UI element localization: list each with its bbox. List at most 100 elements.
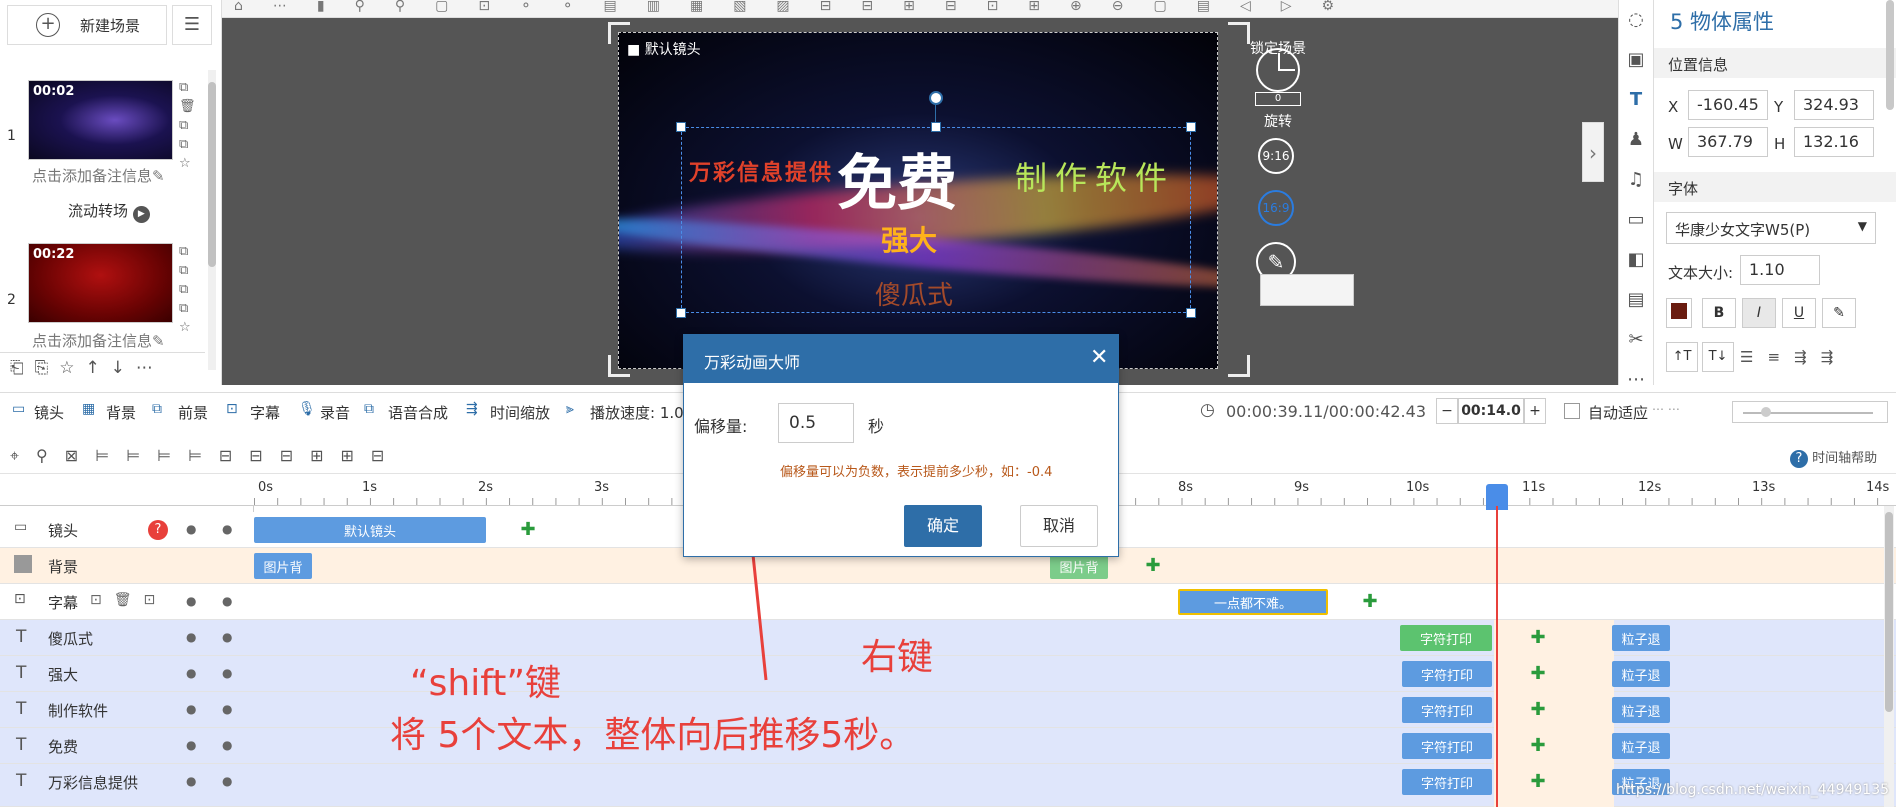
typewriter-block[interactable]: 字符打印 [1400, 625, 1492, 651]
bg-image-block[interactable]: 图片背 [254, 553, 312, 579]
track-text-software[interactable]: T 制作软件 ● ● 字符打印 ✚ 粒子退 [0, 692, 1896, 728]
scene-transition[interactable]: 流动转场 ▶ [68, 200, 150, 223]
add-keyframe-icon[interactable]: ✚ [1530, 629, 1546, 647]
auto-fit-label[interactable]: 自动适应 [1588, 402, 1648, 423]
ok-button[interactable]: 确定 [904, 505, 982, 547]
list-icons[interactable]: ☰≡⇶⇶ [1740, 342, 1890, 372]
resize-handle[interactable] [931, 122, 941, 132]
add-keyframe-icon[interactable]: ✚ [520, 521, 536, 539]
scene-note-2[interactable]: 点击添加备注信息✎ [32, 330, 172, 348]
collapse-right-button[interactable]: › [1582, 122, 1604, 182]
foreground-icon: ⧉ [152, 401, 162, 417]
typewriter-block[interactable]: 字符打印 [1402, 769, 1492, 795]
scene-thumbnail-2[interactable]: 00:22 [28, 243, 173, 323]
rotation-dial[interactable] [1256, 48, 1300, 92]
x-input[interactable]: -160.45 [1688, 90, 1768, 120]
edit-icon: ✎ [152, 332, 165, 348]
zoom-in-button[interactable]: + [1524, 398, 1546, 424]
resize-handle[interactable] [676, 308, 686, 318]
chart-icon[interactable]: ◧ [1619, 240, 1653, 280]
resize-handle[interactable] [676, 122, 686, 132]
watermark: https://blog.csdn.net/weixin_44949135 [1616, 782, 1890, 798]
rotate-handle[interactable] [929, 91, 943, 105]
font-color-button[interactable] [1666, 298, 1692, 328]
particle-block[interactable]: 粒子退 [1612, 625, 1670, 651]
stage[interactable]: ■ 默认镜头 万彩信息提供 免费 制作软件 强大 傻瓜式 [618, 32, 1218, 369]
picture-icon[interactable]: ▤ [1619, 280, 1653, 320]
circle-icon[interactable]: ◌ [1619, 0, 1653, 40]
typewriter-block[interactable]: 字符打印 [1402, 661, 1492, 687]
toolbar-speed[interactable]: 播放速度: 1.00 [590, 402, 684, 423]
duration-input[interactable]: 00:14.0 [1458, 398, 1524, 424]
brush-icon: ✎ [1833, 305, 1845, 321]
subtitle-block[interactable]: 一点都不难。 [1178, 589, 1328, 615]
brush-button[interactable]: ✎ [1822, 298, 1856, 328]
tools-icon[interactable]: ✂ [1619, 320, 1653, 360]
scene-note-1[interactable]: 点击添加备注信息✎ [32, 165, 172, 186]
text-shrink-button[interactable]: T↓ [1702, 342, 1734, 372]
zoom-slider[interactable] [1732, 401, 1888, 423]
h-input[interactable]: 132.16 [1794, 127, 1874, 157]
toolbar-subtitle[interactable]: 字幕 [250, 402, 280, 423]
toolbar-tts[interactable]: 语音合成 [388, 402, 448, 423]
toolbar-background[interactable]: 背景 [106, 402, 136, 423]
scene-thumbnail-1[interactable]: 00:02 [28, 80, 173, 160]
offset-input[interactable]: 0.5 [778, 403, 854, 443]
typewriter-block[interactable]: 字符打印 [1402, 697, 1492, 723]
camera-block[interactable]: 默认镜头 [254, 517, 486, 543]
ratio-916-button[interactable]: 9:16 [1258, 138, 1294, 174]
timeline-help-link[interactable]: ? 时间轴帮助 [1790, 447, 1877, 468]
track-text-strong[interactable]: T 强大 ● ● 字符打印 ✚ 粒子退 [0, 656, 1896, 692]
zoom-out-button[interactable]: − [1436, 398, 1458, 424]
track-subtitle[interactable]: ⊡ 字幕 ⊡🗑⊡ ● ● 一点都不难。 ✚ [0, 584, 1896, 620]
add-keyframe-icon[interactable]: ✚ [1530, 701, 1546, 719]
selection-box[interactable] [681, 127, 1191, 313]
new-scene-button[interactable]: + 新建场景 [7, 5, 167, 45]
resize-handle[interactable] [1186, 122, 1196, 132]
bold-button[interactable]: B [1702, 298, 1736, 328]
toolbar-camera[interactable]: 镜头 [34, 402, 64, 423]
ratio-169-button[interactable]: 16:9 [1258, 190, 1294, 226]
text-grow-button[interactable]: ↑T [1666, 342, 1698, 372]
auto-fit-checkbox[interactable] [1564, 403, 1580, 419]
track-text-company[interactable]: T 万彩信息提供 ● ● 字符打印 ✚ 粒子退 [0, 764, 1896, 807]
track-text-sgs[interactable]: T 傻瓜式 ● ● 字符打印 ✚ 粒子退 [0, 620, 1896, 656]
scene-list-menu-icon[interactable]: ☰ [172, 5, 212, 45]
dot-icon: ● [222, 666, 233, 680]
particle-block[interactable]: 粒子退 [1612, 733, 1670, 759]
cancel-button[interactable]: 取消 [1020, 505, 1098, 547]
add-keyframe-icon[interactable]: ✚ [1530, 737, 1546, 755]
add-keyframe-icon[interactable]: ✚ [1145, 557, 1161, 575]
typewriter-block[interactable]: 字符打印 [1402, 733, 1492, 759]
figure-icon[interactable]: ♟ [1619, 120, 1653, 160]
resize-handle[interactable] [1186, 308, 1196, 318]
underline-button[interactable]: U [1782, 298, 1816, 328]
font-select[interactable]: 华康少女文字W5(P) ▼ [1666, 212, 1876, 244]
music-icon[interactable]: ♫ [1619, 160, 1653, 200]
text-size-input[interactable]: 1.10 [1740, 255, 1820, 285]
add-keyframe-icon[interactable]: ✚ [1530, 773, 1546, 791]
rotation-value[interactable]: 0 [1255, 92, 1301, 106]
timeline-scrollbar[interactable] [1884, 506, 1894, 807]
toolbar-time-scale[interactable]: 时间缩放 [490, 402, 550, 423]
toolbar-foreground[interactable]: 前景 [178, 402, 208, 423]
particle-block[interactable]: 粒子退 [1612, 661, 1670, 687]
track-text-free[interactable]: T 免费 ● ● 字符打印 ✚ 粒子退 [0, 728, 1896, 764]
text-icon[interactable]: T [1619, 80, 1653, 120]
image-icon[interactable]: ▣ [1619, 40, 1653, 80]
help-badge-icon[interactable]: ? [148, 520, 168, 540]
italic-button[interactable]: I [1742, 298, 1776, 328]
subtitle-track-tools[interactable]: ⊡🗑⊡ [90, 592, 167, 608]
w-input[interactable]: 367.79 [1688, 127, 1768, 157]
bubble-icon[interactable]: ▭ [1619, 200, 1653, 240]
props-scrollbar[interactable] [1886, 0, 1894, 110]
y-input[interactable]: 324.93 [1794, 90, 1874, 120]
toolbar-record[interactable]: 录音 [320, 402, 350, 423]
add-keyframe-icon[interactable]: ✚ [1362, 593, 1378, 611]
scene-scrollbar[interactable] [208, 70, 216, 370]
particle-block[interactable]: 粒子退 [1612, 697, 1670, 723]
edit-tools[interactable]: ⌖⚲⊠⊨⊨⊨⊨⊟⊟⊟⊞⊞⊟ [10, 446, 401, 466]
canvas-area[interactable]: ⌂⋯▮⚲⚲▢⊡⚬⚬▤▥▦▧▨⊟⊟⊞⊟⊡⊞⊕⊖▢▤◁▷⚙ ■ 默认镜头 万彩信息提… [222, 0, 1618, 385]
close-icon[interactable]: ✕ [1090, 345, 1108, 370]
add-keyframe-icon[interactable]: ✚ [1530, 665, 1546, 683]
